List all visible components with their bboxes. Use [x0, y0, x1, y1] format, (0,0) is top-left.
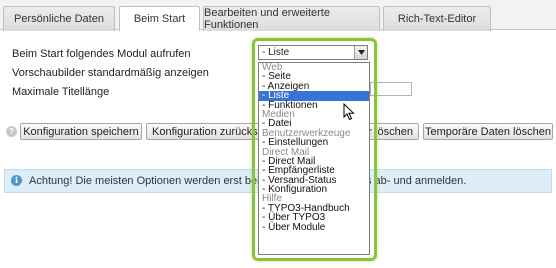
thumbnails-label: Vorschaubilder standardmäßig anzeigen — [12, 67, 209, 79]
start-module-dropdown-list[interactable]: Web - Seite - Anzeigen - Liste - Funktionen M… — [258, 62, 370, 255]
tab-rich-text-editor[interactable]: Rich-Text-Editor — [383, 6, 491, 31]
info-text-right: s ab- und anmelden. — [366, 175, 467, 187]
start-module-select-value: - Liste — [262, 47, 290, 58]
info-text-left: Achtung! Die meisten Optionen werden ers… — [29, 175, 269, 187]
chevron-down-icon[interactable] — [354, 46, 367, 59]
start-module-select[interactable]: - Liste — [258, 45, 368, 60]
info-icon: i — [11, 175, 22, 186]
save-config-button[interactable]: Konfiguration speichern — [20, 123, 142, 140]
tab-start[interactable]: Beim Start — [119, 6, 200, 31]
dropdown-option[interactable]: - Über Module — [259, 222, 369, 232]
mouse-pointer-icon — [343, 103, 355, 121]
tab-personal-data[interactable]: Persönliche Daten — [3, 6, 115, 31]
start-module-label: Beim Start folgendes Modul aufrufen — [12, 48, 191, 60]
help-icon[interactable]: ? — [6, 126, 17, 137]
reset-config-button[interactable]: Konfiguration zurückset — [146, 123, 260, 140]
delete-temp-data-button[interactable]: Temporäre Daten löschen — [423, 123, 553, 140]
title-length-label: Maximale Titellänge — [12, 86, 110, 98]
tab-editing-advanced[interactable]: Bearbeiten und erweiterte Funktionen — [203, 6, 380, 31]
